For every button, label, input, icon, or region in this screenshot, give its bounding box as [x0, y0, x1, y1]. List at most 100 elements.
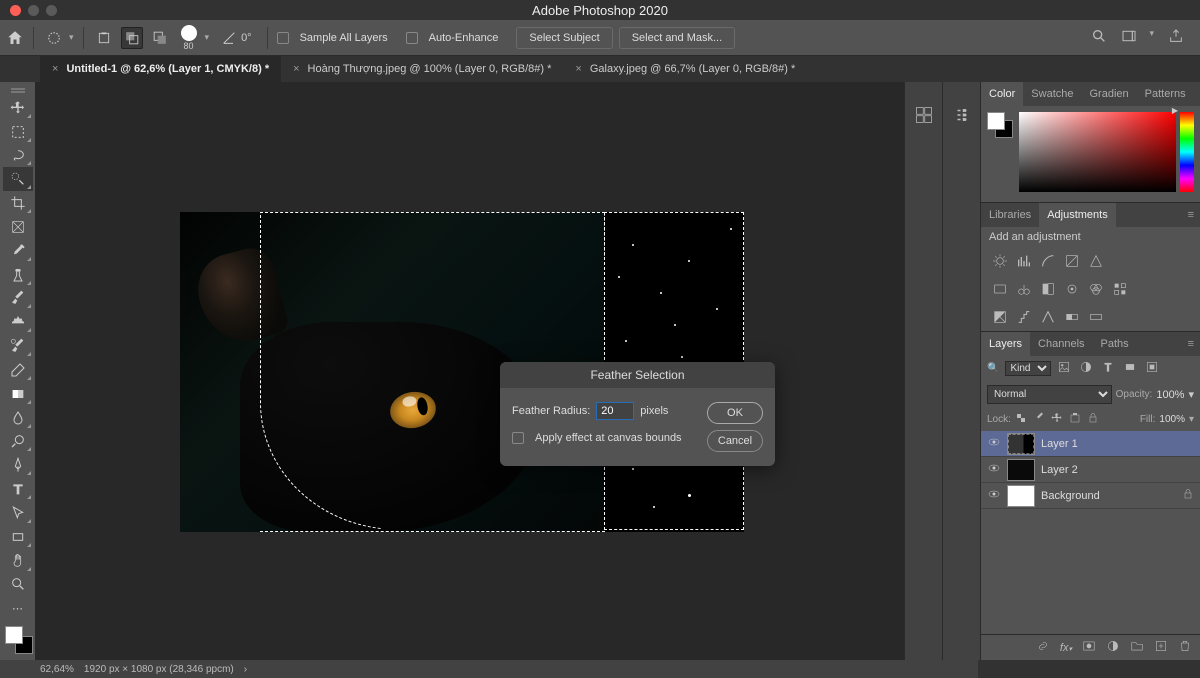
lock-position-icon[interactable]	[1051, 412, 1063, 427]
adjustment-layer-icon[interactable]	[1106, 639, 1120, 656]
layer-name[interactable]: Layer 1	[1041, 438, 1078, 450]
apply-at-canvas-bounds-checkbox[interactable]	[512, 432, 524, 444]
exposure-icon[interactable]	[1063, 253, 1081, 269]
lock-transparency-icon[interactable]	[1015, 412, 1027, 427]
filter-type-icon[interactable]	[1101, 360, 1115, 377]
layer-thumbnail[interactable]	[1007, 485, 1035, 507]
select-and-mask-button[interactable]: Select and Mask...	[619, 27, 736, 49]
frame-tool[interactable]	[3, 215, 33, 239]
panel-menu-icon[interactable]: ≡	[1194, 88, 1200, 100]
filter-smart-icon[interactable]	[1145, 360, 1159, 377]
selective-color-icon[interactable]	[1087, 309, 1105, 325]
layer-thumbnail[interactable]	[1007, 459, 1035, 481]
swatches-tab[interactable]: Swatche	[1023, 82, 1081, 106]
channel-mixer-icon[interactable]	[1087, 281, 1105, 297]
strip-handle[interactable]	[914, 90, 934, 96]
share-icon[interactable]	[1168, 28, 1184, 47]
history-brush-tool[interactable]	[3, 334, 33, 358]
color-tab[interactable]: Color	[981, 82, 1023, 106]
auto-enhance-checkbox[interactable]	[406, 32, 418, 44]
minimize-window-button[interactable]	[28, 5, 39, 16]
maximize-window-button[interactable]	[46, 5, 57, 16]
delete-layer-icon[interactable]	[1178, 639, 1192, 656]
marquee-tool[interactable]	[3, 120, 33, 144]
document-info[interactable]: 1920 px × 1080 px (28,346 ppcm)	[84, 664, 234, 675]
subtract-from-selection-button[interactable]	[149, 27, 171, 49]
posterize-icon[interactable]	[1015, 309, 1033, 325]
status-menu-arrow[interactable]: ›	[244, 664, 247, 675]
fill-value[interactable]: 100%	[1159, 414, 1185, 425]
close-window-button[interactable]	[10, 5, 21, 16]
clone-stamp-tool[interactable]	[3, 310, 33, 334]
document-tab-1[interactable]: ×Untitled-1 @ 62,6% (Layer 1, CMYK/8) *	[40, 56, 281, 82]
group-icon[interactable]	[1130, 639, 1144, 656]
blur-tool[interactable]	[3, 406, 33, 430]
channels-tab[interactable]: Channels	[1030, 332, 1092, 356]
eraser-tool[interactable]	[3, 358, 33, 382]
filter-shape-icon[interactable]	[1123, 360, 1137, 377]
libraries-tab[interactable]: Libraries	[981, 203, 1039, 227]
brush-picker[interactable]: 80	[181, 25, 197, 51]
color-panel-fgbg[interactable]	[987, 112, 1015, 140]
curves-icon[interactable]	[1039, 253, 1057, 269]
panel-menu-icon[interactable]: ≡	[1182, 209, 1200, 221]
feather-radius-input[interactable]	[596, 402, 634, 420]
zoom-level[interactable]: 62,64%	[40, 664, 74, 675]
tool-preset-picker[interactable]	[43, 27, 65, 49]
healing-brush-tool[interactable]	[3, 263, 33, 287]
gradient-map-icon[interactable]	[1063, 309, 1081, 325]
visibility-toggle-icon[interactable]	[987, 462, 1001, 477]
edit-toolbar-button[interactable]: ⋯	[3, 596, 33, 620]
filter-adjustment-icon[interactable]	[1079, 360, 1093, 377]
lasso-tool[interactable]	[3, 144, 33, 168]
hue-saturation-icon[interactable]	[991, 281, 1009, 297]
black-white-icon[interactable]	[1039, 281, 1057, 297]
hand-tool[interactable]	[3, 549, 33, 573]
new-layer-icon[interactable]	[1154, 639, 1168, 656]
pen-tool[interactable]	[3, 453, 33, 477]
visibility-toggle-icon[interactable]	[987, 436, 1001, 451]
ok-button[interactable]: OK	[707, 402, 763, 424]
blend-mode-select[interactable]: Normal	[987, 385, 1112, 404]
canvas-area[interactable]: Feather Selection Feather Radius: pixels…	[35, 82, 904, 660]
layers-tab[interactable]: Layers	[981, 332, 1030, 356]
adjustments-tab[interactable]: Adjustments	[1039, 203, 1116, 227]
lock-artboard-icon[interactable]	[1069, 412, 1081, 427]
crop-tool[interactable]	[3, 191, 33, 215]
layer-style-icon[interactable]: fx▾	[1060, 642, 1072, 654]
brush-angle-control[interactable]: 0°	[221, 30, 252, 46]
lock-all-icon[interactable]	[1087, 412, 1099, 427]
levels-icon[interactable]	[1015, 253, 1033, 269]
gradient-tool[interactable]	[3, 382, 33, 406]
link-layers-icon[interactable]	[1036, 639, 1050, 656]
chevron-down-icon[interactable]: ▾	[1189, 414, 1194, 425]
threshold-icon[interactable]	[1039, 309, 1057, 325]
history-panel-icon[interactable]	[909, 100, 939, 130]
dodge-tool[interactable]	[3, 430, 33, 454]
photo-filter-icon[interactable]	[1063, 281, 1081, 297]
panel-menu-icon[interactable]: ≡	[1182, 338, 1200, 350]
toolbar-handle[interactable]	[8, 86, 28, 92]
layer-name[interactable]: Layer 2	[1041, 464, 1078, 476]
home-button[interactable]	[6, 29, 24, 47]
close-tab-icon[interactable]: ×	[293, 63, 299, 75]
lock-image-icon[interactable]	[1033, 412, 1045, 427]
foreground-color-swatch[interactable]	[987, 112, 1005, 130]
filter-pixel-icon[interactable]	[1057, 360, 1071, 377]
document-tab-2[interactable]: ×Hoàng Thượng.jpeg @ 100% (Layer 0, RGB/…	[281, 56, 563, 82]
opacity-value[interactable]: 100%	[1156, 389, 1184, 401]
eyedropper-tool[interactable]	[3, 239, 33, 263]
vibrance-icon[interactable]	[1087, 253, 1105, 269]
layer-thumbnail[interactable]	[1007, 433, 1035, 455]
new-selection-button[interactable]	[93, 27, 115, 49]
color-field[interactable]	[1019, 112, 1176, 192]
layer-row-2[interactable]: Layer 2	[981, 457, 1200, 483]
hue-slider[interactable]	[1180, 112, 1194, 192]
rectangle-tool[interactable]	[3, 525, 33, 549]
visibility-toggle-icon[interactable]	[987, 488, 1001, 503]
brush-tool[interactable]	[3, 287, 33, 311]
paths-tab[interactable]: Paths	[1093, 332, 1137, 356]
quick-selection-tool[interactable]	[3, 167, 33, 191]
color-balance-icon[interactable]	[1015, 281, 1033, 297]
move-tool[interactable]	[3, 96, 33, 120]
